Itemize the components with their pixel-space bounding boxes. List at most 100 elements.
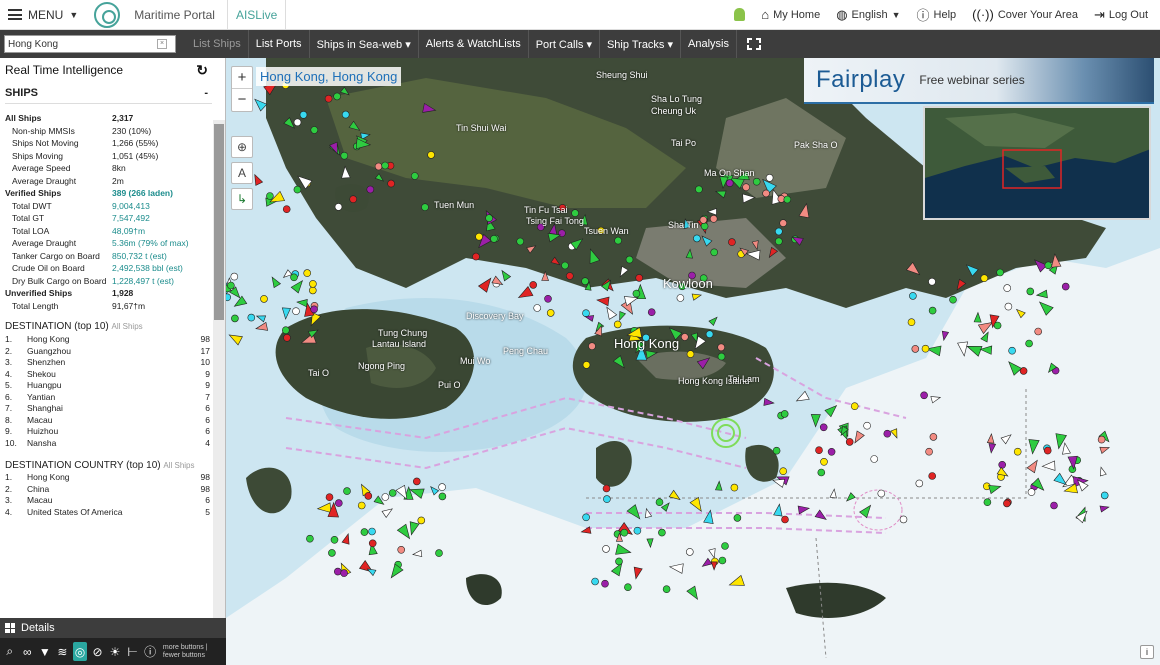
ship-marker[interactable] <box>293 185 302 194</box>
ship-marker[interactable] <box>231 314 239 323</box>
ship-marker[interactable] <box>625 255 634 264</box>
ship-marker[interactable] <box>421 203 429 211</box>
ship-marker[interactable] <box>529 281 538 289</box>
ship-marker[interactable] <box>1034 327 1043 336</box>
list-item[interactable]: 9. Huizhou 6 <box>5 426 212 438</box>
ship-marker[interactable] <box>227 281 235 290</box>
ship-marker[interactable] <box>928 472 937 480</box>
ship-marker[interactable] <box>374 162 383 171</box>
ship-marker[interactable] <box>980 274 989 282</box>
stat-value[interactable]: 5.36m (79% of max) <box>112 237 189 250</box>
ship-marker[interactable] <box>435 549 443 557</box>
ship-marker[interactable] <box>655 498 664 507</box>
ship-marker[interactable] <box>299 110 308 119</box>
ship-marker[interactable] <box>877 489 886 498</box>
ship-marker[interactable] <box>266 192 274 200</box>
ship-marker[interactable] <box>928 306 937 315</box>
list-item[interactable]: 4. United States Of America 5 <box>5 507 212 519</box>
ship-marker[interactable] <box>602 484 611 493</box>
ship-marker[interactable] <box>780 410 789 418</box>
ship-marker[interactable] <box>783 195 792 204</box>
compass-icon[interactable]: ⊘ <box>91 642 105 661</box>
list-item[interactable]: 6. Yantian 7 <box>5 392 212 404</box>
clear-search-icon[interactable]: × <box>157 39 167 49</box>
ship-marker[interactable] <box>588 342 596 351</box>
ship-marker[interactable] <box>647 308 656 316</box>
ship-marker[interactable] <box>582 309 590 317</box>
ship-marker[interactable] <box>427 151 435 159</box>
ship-marker[interactable] <box>705 330 714 339</box>
stat-value[interactable]: 1,228,497 t (est) <box>112 275 174 288</box>
ship-marker[interactable] <box>928 277 936 286</box>
ship-marker[interactable] <box>561 261 569 270</box>
ship-marker[interactable] <box>438 492 447 501</box>
ship-marker[interactable] <box>333 92 341 101</box>
list-item[interactable]: 3. Macau 6 <box>5 495 212 507</box>
tracks-icon[interactable]: ↳ <box>231 188 253 210</box>
nav-list-ships[interactable]: List Ships <box>186 30 249 58</box>
sidebar-scrollbar[interactable] <box>213 120 225 618</box>
filter-icon[interactable]: ▼ <box>38 642 52 661</box>
ship-marker[interactable] <box>899 515 908 524</box>
ship-marker[interactable] <box>907 318 916 327</box>
list-item[interactable]: 1. Hong Kong 98 <box>5 472 212 484</box>
ship-marker[interactable] <box>779 467 788 476</box>
ship-marker[interactable] <box>581 277 589 285</box>
ship-marker[interactable] <box>324 94 333 103</box>
ship-marker[interactable] <box>472 252 480 261</box>
ship-marker[interactable] <box>340 569 348 577</box>
ship-marker[interactable] <box>624 583 632 592</box>
tab-aislive[interactable]: AISLive <box>226 0 287 30</box>
ship-marker[interactable] <box>817 468 826 477</box>
ship-marker[interactable] <box>603 495 611 503</box>
ship-marker[interactable] <box>281 326 290 335</box>
ship-marker[interactable] <box>328 549 336 557</box>
help-link[interactable]: ⓘ Help <box>917 5 957 24</box>
ship-marker[interactable] <box>863 421 871 430</box>
ship-marker[interactable] <box>565 272 574 280</box>
ship-marker[interactable] <box>360 528 369 536</box>
fullscreen-icon[interactable] <box>746 38 761 50</box>
ship-marker[interactable] <box>658 528 666 537</box>
search-input[interactable] <box>5 38 155 50</box>
ship-marker[interactable] <box>752 177 761 186</box>
ships-section-header[interactable]: SHIPS - <box>5 82 212 104</box>
list-item[interactable]: 8. Macau 6 <box>5 415 212 427</box>
ship-marker[interactable] <box>340 151 349 160</box>
measure-icon[interactable]: ⊢ <box>126 642 140 661</box>
map-canvas[interactable]: Sheung Shui Sha Lo Tung Cheung Uk Tin Sh… <box>226 58 1160 665</box>
ship-marker[interactable] <box>309 286 317 295</box>
ship-marker[interactable] <box>709 215 718 223</box>
ship-marker[interactable] <box>772 446 781 455</box>
portal-name[interactable]: Maritime Portal <box>134 8 215 22</box>
stat-value[interactable]: 389 (266 laden) <box>112 187 173 200</box>
ship-marker[interactable] <box>490 235 498 243</box>
list-item[interactable]: 3. Shenzhen 10 <box>5 357 212 369</box>
overview-minimap[interactable] <box>923 106 1151 220</box>
ship-marker[interactable] <box>1026 287 1035 296</box>
ship-marker[interactable] <box>685 548 694 556</box>
nav-port-calls[interactable]: Port Calls ▾ <box>529 30 600 58</box>
ship-marker[interactable] <box>230 272 239 281</box>
ship-marker[interactable] <box>341 110 350 119</box>
ship-marker[interactable] <box>1003 284 1012 292</box>
ship-marker[interactable] <box>765 174 774 182</box>
cover-your-area-link[interactable]: ((·)) Cover Your Area <box>972 7 1078 22</box>
ship-marker[interactable] <box>676 294 685 302</box>
ship-marker[interactable] <box>1097 435 1106 444</box>
ship-marker[interactable] <box>920 391 928 400</box>
ship-marker[interactable] <box>662 585 671 594</box>
ship-marker[interactable] <box>381 493 390 501</box>
ship-marker[interactable] <box>911 345 920 353</box>
layers-icon[interactable]: ≋ <box>56 642 70 661</box>
more-fewer-buttons[interactable]: more buttons | fewer buttons <box>163 644 226 660</box>
ship-marker[interactable] <box>921 344 930 353</box>
ship-marker[interactable] <box>417 516 426 525</box>
ship-marker[interactable] <box>413 477 421 486</box>
ship-marker[interactable] <box>306 534 314 543</box>
ship-marker[interactable] <box>364 492 373 500</box>
ship-marker[interactable] <box>1004 302 1013 311</box>
ship-marker[interactable] <box>699 216 708 224</box>
ship-marker[interactable] <box>983 498 992 507</box>
ship-marker[interactable] <box>602 545 610 553</box>
